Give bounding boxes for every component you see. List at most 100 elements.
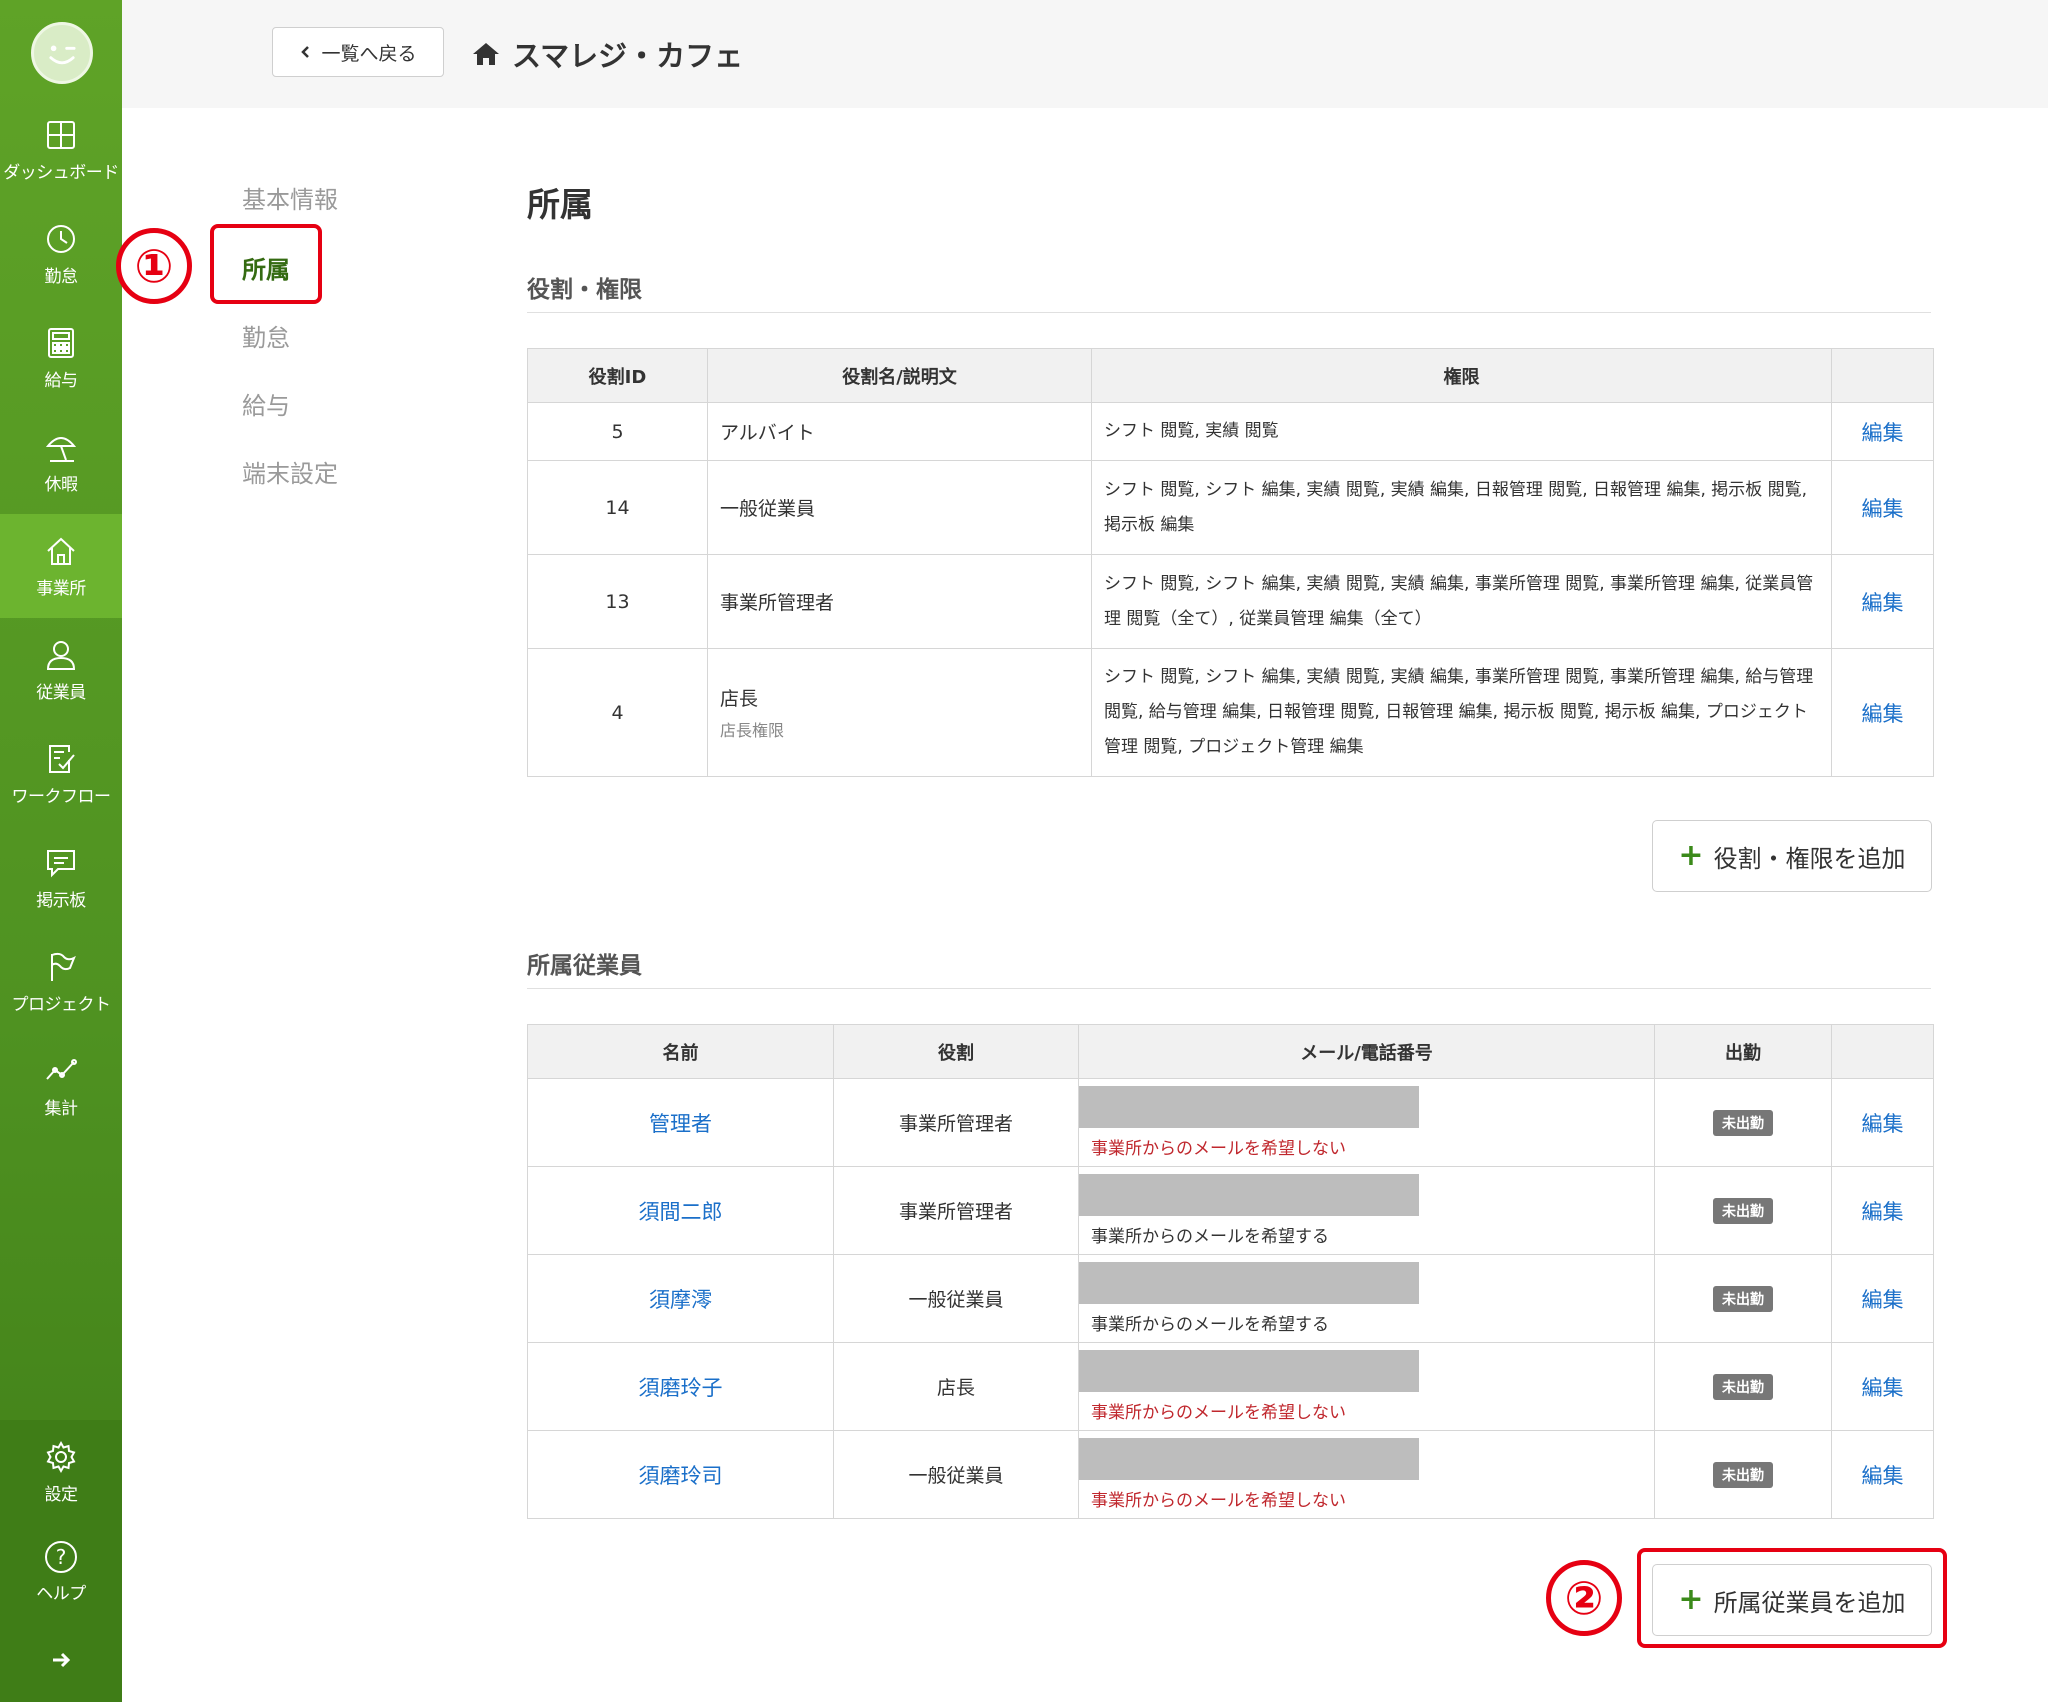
- edit-cell: 編集: [1831, 402, 1934, 461]
- sidebar-item-workflow[interactable]: ワークフロー: [0, 722, 122, 826]
- edit-cell: 編集: [1831, 1342, 1934, 1431]
- role-id: 14: [527, 460, 708, 555]
- sidebar-item-employees[interactable]: 従業員: [0, 618, 122, 722]
- user-icon: [46, 640, 76, 670]
- member-name-cell: 須摩澪: [527, 1254, 834, 1343]
- column-header: メール/電話番号: [1078, 1024, 1655, 1079]
- column-header: 名前: [527, 1024, 834, 1079]
- status-badge: 未出勤: [1713, 1109, 1773, 1136]
- subnav-basic-info[interactable]: 基本情報: [242, 180, 338, 215]
- table-row: 4 店長 店長権限 シフト 閲覧, シフト 編集, 実績 閲覧, 実績 編集, …: [527, 648, 1934, 777]
- annotation-number-2: ②: [1546, 1560, 1622, 1636]
- add-role-button[interactable]: + 役割・権限を追加: [1652, 820, 1932, 892]
- calculator-icon: [48, 327, 74, 358]
- member-name-link[interactable]: 須間二郎: [639, 1200, 723, 1224]
- home-icon: [47, 537, 75, 565]
- member-name-link[interactable]: 須磨玲子: [639, 1376, 723, 1400]
- edit-member-link[interactable]: 編集: [1862, 1376, 1904, 1400]
- table-row: 須間二郎 事業所管理者 事業所からのメールを希望する 未出勤 編集: [527, 1166, 1934, 1255]
- edit-cell: 編集: [1831, 554, 1934, 649]
- member-name-link[interactable]: 須磨玲司: [639, 1464, 723, 1488]
- mail-preference: 事業所からのメールを希望しない: [1091, 1403, 1346, 1423]
- subnav-device-settings[interactable]: 端末設定: [242, 454, 338, 489]
- member-contact: 事業所からのメールを希望しない: [1078, 1430, 1655, 1519]
- checklist-icon: [49, 744, 75, 773]
- store-name: スマレジ・カフェ: [512, 39, 744, 73]
- member-role: 一般従業員: [833, 1254, 1079, 1343]
- sidebar-item-label: プロジェクト: [11, 994, 112, 1015]
- edit-member-link[interactable]: 編集: [1862, 1200, 1904, 1224]
- sidebar-item-dashboard[interactable]: ダッシュボード: [0, 98, 122, 202]
- role-name-text: 一般従業員: [720, 498, 816, 520]
- attendance-cell: 未出勤: [1654, 1342, 1832, 1431]
- sidebar-item-salary[interactable]: 給与: [0, 306, 122, 410]
- member-name-link[interactable]: 須摩澪: [649, 1288, 712, 1312]
- line-chart-icon: [46, 1058, 77, 1080]
- attendance-cell: 未出勤: [1654, 1166, 1832, 1255]
- sidebar-item-vacation[interactable]: 休暇: [0, 410, 122, 514]
- roles-section-title: 役割・権限: [527, 277, 642, 303]
- role-permissions: シフト 閲覧, シフト 編集, 実績 閲覧, 実績 編集, 事業所管理 閲覧, …: [1091, 554, 1832, 649]
- role-name: 一般従業員: [707, 460, 1092, 555]
- sidebar-item-label: ヘルプ: [36, 1583, 86, 1604]
- back-button-label: 一覧へ戻る: [321, 42, 417, 65]
- attendance-cell: 未出勤: [1654, 1430, 1832, 1519]
- clock-icon: [47, 224, 75, 253]
- sidebar-item-board[interactable]: 掲示板: [0, 826, 122, 930]
- annotation-number-1: ①: [116, 228, 192, 304]
- sidebar-item-help[interactable]: ? ヘルプ: [0, 1520, 122, 1624]
- subnav-attendance[interactable]: 勤怠: [242, 318, 290, 353]
- table-header-row: 名前 役割 メール/電話番号 出勤: [527, 1024, 1934, 1079]
- status-badge: 未出勤: [1713, 1373, 1773, 1400]
- edit-member-link[interactable]: 編集: [1862, 1112, 1904, 1136]
- role-name: 事業所管理者: [707, 554, 1092, 649]
- edit-cell: 編集: [1831, 648, 1934, 777]
- column-header: [1831, 1024, 1934, 1079]
- members-table: 名前 役割 メール/電話番号 出勤 管理者 事業所管理者 事業所からのメールを希…: [527, 1024, 1934, 1519]
- sidebar-item-label: 集計: [44, 1098, 79, 1119]
- table-row: 13 事業所管理者 シフト 閲覧, シフト 編集, 実績 閲覧, 実績 編集, …: [527, 554, 1934, 649]
- edit-role-link[interactable]: 編集: [1862, 421, 1904, 445]
- chat-icon: [47, 849, 75, 877]
- home-icon: [473, 43, 499, 65]
- role-permissions: シフト 閲覧, シフト 編集, 実績 閲覧, 実績 編集, 日報管理 閲覧, 日…: [1091, 460, 1832, 555]
- logo[interactable]: [31, 22, 93, 84]
- divider: [527, 312, 1931, 313]
- role-name: アルバイト: [707, 402, 1092, 461]
- back-to-list-button[interactable]: 一覧へ戻る: [272, 27, 444, 77]
- sidebar-item-label: 事業所: [36, 578, 86, 599]
- edit-role-link[interactable]: 編集: [1862, 591, 1904, 615]
- highlight-affiliation: [210, 224, 322, 304]
- table-row: 14 一般従業員 シフト 閲覧, シフト 編集, 実績 閲覧, 実績 編集, 日…: [527, 460, 1934, 555]
- member-name-cell: 須磨玲司: [527, 1430, 834, 1519]
- redacted-contact: [1079, 1086, 1419, 1128]
- member-name-cell: 須間二郎: [527, 1166, 834, 1255]
- edit-cell: 編集: [1831, 460, 1934, 555]
- member-name-cell: 管理者: [527, 1078, 834, 1167]
- edit-cell: 編集: [1831, 1254, 1934, 1343]
- sidebar-item-label: ダッシュボード: [3, 162, 119, 183]
- expand-sidebar-button[interactable]: [0, 1640, 122, 1680]
- edit-member-link[interactable]: 編集: [1862, 1464, 1904, 1488]
- sidebar-item-label: 従業員: [36, 682, 86, 703]
- beach-umbrella-icon: [45, 436, 77, 462]
- redacted-contact: [1079, 1174, 1419, 1216]
- sidebar-item-office[interactable]: 事業所: [0, 514, 122, 618]
- mail-preference: 事業所からのメールを希望しない: [1091, 1139, 1346, 1159]
- help-icon-glyph: ?: [55, 1544, 67, 1569]
- edit-role-link[interactable]: 編集: [1862, 497, 1904, 521]
- sidebar-item-attendance[interactable]: 勤怠: [0, 202, 122, 306]
- role-name-text: アルバイト: [720, 422, 815, 444]
- sidebar-item-project[interactable]: プロジェクト: [0, 930, 122, 1034]
- member-name-link[interactable]: 管理者: [649, 1112, 712, 1136]
- member-contact: 事業所からのメールを希望しない: [1078, 1342, 1655, 1431]
- edit-role-link[interactable]: 編集: [1862, 702, 1904, 726]
- role-id: 4: [527, 648, 708, 777]
- edit-cell: 編集: [1831, 1078, 1934, 1167]
- edit-member-link[interactable]: 編集: [1862, 1288, 1904, 1312]
- edit-cell: 編集: [1831, 1166, 1934, 1255]
- sidebar-item-stats[interactable]: 集計: [0, 1034, 122, 1138]
- edit-cell: 編集: [1831, 1430, 1934, 1519]
- sidebar-item-settings[interactable]: 設定: [0, 1420, 122, 1524]
- subnav-salary[interactable]: 給与: [242, 386, 290, 421]
